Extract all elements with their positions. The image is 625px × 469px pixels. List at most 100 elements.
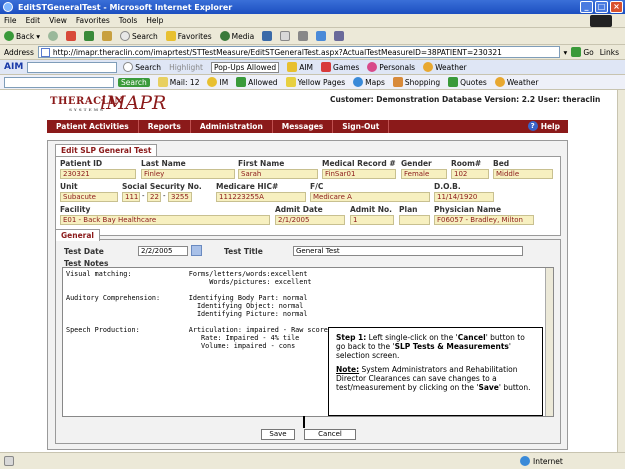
globe-icon [353,77,364,87]
window-title: EditSTGeneralTest - Microsoft Internet E… [18,2,233,12]
aim-menu-button[interactable]: AIM [287,62,313,72]
nav-messages[interactable]: Messages [273,120,334,133]
field-last-name: Finley [141,169,235,179]
popups-allowed-button[interactable]: Pop-Ups Allowed [210,61,280,73]
label-medicare: Medicare HIC# [216,182,279,191]
address-input[interactable]: http://imapr.theraclin.com/imaprtest/STT… [37,46,560,58]
cancel-button[interactable]: Cancel [304,429,356,440]
address-label: Address [4,47,34,57]
address-bar: Address http://imapr.theraclin.com/imapr… [0,45,625,60]
menu-tools[interactable]: Tools [119,16,137,25]
menu-file[interactable]: File [4,16,17,25]
go-button[interactable]: Go [571,47,594,57]
menu-favorites[interactable]: Favorites [76,16,110,25]
field-ssn-3: 3255 [168,192,192,202]
tab-edit-slp-general-test[interactable]: Edit SLP General Test [55,144,158,156]
favorites-button[interactable]: Favorites [165,31,212,41]
help-button[interactable]: ? Help [527,121,560,131]
notes-line: Visual matching: Forms/letters/words:exc… [66,270,308,278]
calendar-icon[interactable] [191,245,202,256]
highlight-button[interactable]: Highlight [169,63,203,72]
edit-icon [316,31,327,41]
label-last-name: Last Name [141,159,186,168]
tab-general[interactable]: General [55,229,100,241]
maximize-button[interactable]: □ [595,1,608,13]
print-button[interactable] [298,31,309,41]
ie-icon [3,2,13,12]
allowed-link[interactable]: Allowed [236,77,278,87]
field-admit-no: 1 [350,215,394,225]
aim-weather-button[interactable]: Weather [423,62,467,72]
heart-icon [367,62,378,72]
label-first-name: First Name [238,159,285,168]
label-bed: Bed [493,159,510,168]
test-date-input[interactable]: 2/2/2005 [138,246,188,256]
label-patient-id: Patient ID [60,159,103,168]
home-button[interactable] [101,31,112,41]
stop-button[interactable] [65,31,76,41]
nav-patient-activities[interactable]: Patient Activities [47,120,139,133]
notes-line: Volume: impaired - cons [66,342,296,350]
windows-logo-icon [590,15,612,27]
callout-note: Note: System Administrators and Rehabili… [336,365,531,392]
menu-help[interactable]: Help [146,16,163,25]
aim-runner-icon [287,62,298,72]
im-link[interactable]: IM [207,77,228,87]
label-test-date: Test Date [64,247,104,256]
games-button[interactable]: Games [321,62,359,72]
refresh-button[interactable] [83,31,94,41]
field-admit-date: 2/1/2005 [275,215,345,225]
sun-icon [494,77,505,87]
menu-view[interactable]: View [49,16,67,25]
zone-indicator: Internet [520,456,563,466]
companion-search-input[interactable] [4,76,114,88]
field-first-name: Sarah [238,169,318,179]
weather-link[interactable]: Weather [494,77,538,87]
mail-link[interactable]: Mail: 12 [157,77,199,87]
menu-bar: File Edit View Favorites Tools Help [0,14,625,28]
test-title-input[interactable]: General Test [293,246,523,256]
search-button[interactable]: Search [119,31,158,41]
callout-step: Step 1: Left single-click on the 'Cancel… [336,333,525,360]
status-bar: Internet [0,452,625,469]
nav-reports[interactable]: Reports [139,120,191,133]
personals-button[interactable]: Personals [367,62,415,72]
forward-button[interactable] [47,31,58,41]
nav-sign-out[interactable]: Sign-Out [333,120,390,133]
minimize-button[interactable]: _ [580,1,593,13]
media-button[interactable]: Media [219,31,254,41]
aim-search-input[interactable] [27,61,118,73]
close-button[interactable]: × [610,1,623,13]
yellow-pages-link[interactable]: Yellow Pages [285,77,345,87]
maps-link[interactable]: Maps [353,77,385,87]
edit-button[interactable] [316,31,327,41]
history-button[interactable] [262,31,273,41]
aim-toolbar: AIM Search Highlight Pop-Ups Allowed AIM… [0,60,625,75]
notes-line: Identifying Picture: normal [66,310,308,318]
field-physician: F06057 - Bradley, Milton [434,215,534,225]
go-arrow-icon [571,47,582,57]
field-facility: E01 - Back Bay Healthcare [60,215,270,225]
quotes-link[interactable]: Quotes [448,77,487,87]
mail-icon [280,31,291,41]
nav-administration[interactable]: Administration [191,120,273,133]
companion-toolbar: Search Mail: 12 IM Allowed Yellow Pages … [0,75,625,90]
notes-scrollbar[interactable] [545,268,553,416]
save-button[interactable]: Save [261,429,295,440]
companion-search-button[interactable]: Search [118,77,150,87]
address-dropdown-icon[interactable]: ▾ [564,48,568,57]
aim-search-button[interactable]: Search [123,62,161,72]
back-arrow-icon [4,31,14,41]
print-icon [298,31,309,41]
field-gender: Female [401,169,447,179]
mail-button[interactable] [280,31,291,41]
page-scrollbar[interactable] [617,90,625,452]
window-title-bar: EditSTGeneralTest - Microsoft Internet E… [0,0,625,14]
shopping-link[interactable]: Shopping [392,77,440,87]
discuss-button[interactable] [334,31,345,41]
label-admit-date: Admit Date [275,205,323,214]
back-button[interactable]: Back ▾ [4,31,40,41]
links-button[interactable]: Links [600,48,619,57]
page-status-icon [4,456,14,466]
menu-edit[interactable]: Edit [26,16,41,25]
